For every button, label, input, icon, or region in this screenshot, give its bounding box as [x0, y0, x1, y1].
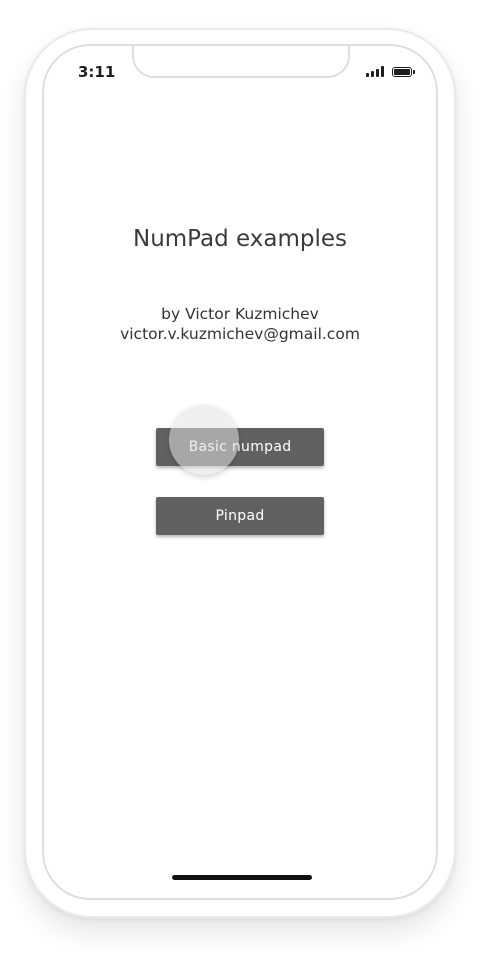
author-email: victor.v.kuzmichev@gmail.com: [120, 325, 360, 343]
notch: [132, 46, 350, 78]
cellular-signal-icon: [366, 66, 384, 77]
battery-icon: [392, 67, 415, 77]
author-info: by Victor Kuzmichev victor.v.kuzmichev@g…: [44, 304, 436, 344]
pinpad-button[interactable]: Pinpad: [156, 497, 324, 535]
home-indicator[interactable]: [172, 875, 312, 880]
status-icons: [366, 66, 415, 77]
page-title: NumPad examples: [132, 226, 347, 252]
device-screen: 3:11 NumPad examples by Victor Kuzmichev…: [42, 44, 438, 900]
author-name: by Victor Kuzmichev: [161, 305, 319, 323]
status-time: 3:11: [78, 63, 116, 81]
basic-numpad-button[interactable]: Basic numpad: [156, 428, 324, 466]
